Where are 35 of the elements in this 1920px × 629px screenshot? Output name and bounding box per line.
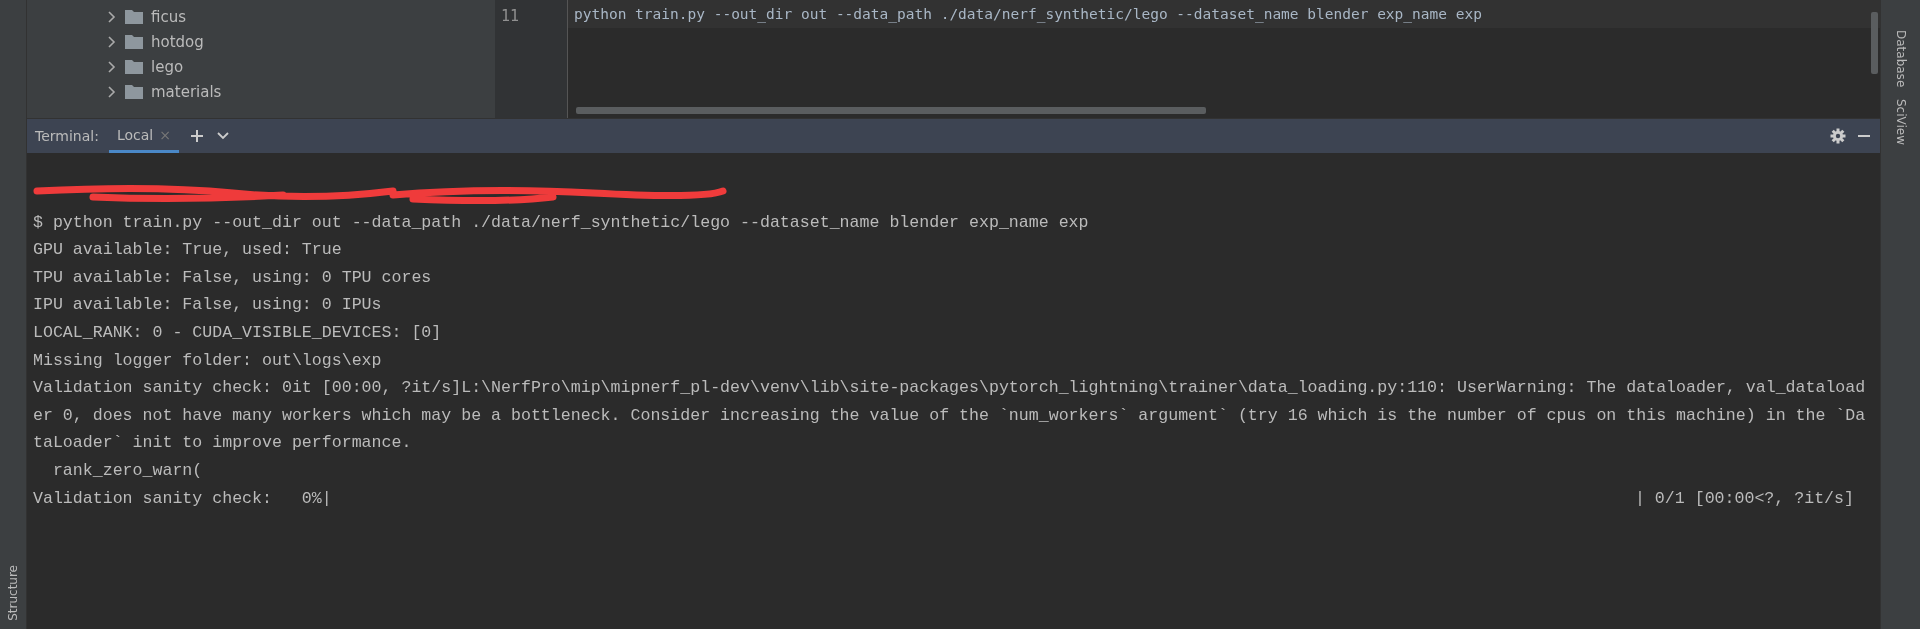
terminal-line: $ python train.py --out_dir out --data_path ./data/nerf_synthetic/lego --dataset_name blender exp_name exp xyxy=(33,211,1090,234)
folder-icon xyxy=(125,59,143,74)
folder-icon xyxy=(125,9,143,24)
plus-icon[interactable] xyxy=(188,128,205,144)
folder-icon xyxy=(125,34,143,49)
terminal-output[interactable] xyxy=(27,153,1880,629)
terminal-label: Terminal: xyxy=(35,128,99,144)
folder-name[interactable]: lego xyxy=(151,57,184,76)
terminal-line: GPU available: True, used: True xyxy=(33,239,343,262)
terminal-line: Validation sanity check: 0it [00:00, ?it/s]L:\NerfPro\mip\mipnerf_pl-dev\venv\lib\site-packages\pytorch_lightning\trainer\data_loading.py:110: UserWarning: The dataloader, val_dataload xyxy=(33,377,1867,400)
line-number: 11 xyxy=(500,6,521,27)
progress-text: Validation sanity check: 0%| xyxy=(33,487,332,510)
folder-name[interactable]: materials xyxy=(151,82,222,101)
side-tab[interactable]: SciView xyxy=(1893,99,1908,146)
terminal-line: TPU available: False, using: 0 TPU cores xyxy=(33,266,433,289)
terminal-line: LOCAL_RANK: 0 - CUDA_VISIBLE_DEVICES: [0] xyxy=(33,321,443,344)
progress-stats: | 0/1 [00:00<?, ?it/s] xyxy=(1634,487,1854,510)
chevron-icon[interactable] xyxy=(107,85,117,98)
chevron-icon[interactable] xyxy=(107,60,117,73)
folder-name[interactable]: ficus xyxy=(151,7,187,26)
settings-icon[interactable] xyxy=(1830,128,1846,144)
horizontal-scrollbar[interactable] xyxy=(576,107,1206,114)
folder-name[interactable]: hotdog xyxy=(151,32,204,51)
chevron-icon[interactable] xyxy=(107,10,117,23)
chevron-icon[interactable] xyxy=(107,35,117,48)
code-editor[interactable]: python train.py --out_dir out --data_path ./data/nerf_synthetic/lego --dataset_name blender exp_name exp xyxy=(568,0,1880,118)
terminal-line: taLoader` init to improve performance. xyxy=(33,432,413,455)
terminal-line: er 0, does not have many workers which may be a bottleneck. Consider increasing the value of the `num_workers` argument` (try 16 which is the number of cpus on this machine) in the `Da xyxy=(33,404,1867,427)
structure-tab[interactable]: Structure xyxy=(6,565,20,621)
side-tab[interactable]: Database xyxy=(1893,30,1908,88)
vertical-scrollbar[interactable] xyxy=(1871,12,1878,74)
terminal-line: rank_zero_warn( xyxy=(51,459,204,482)
terminal-line: Missing logger folder: out\logs\exp xyxy=(33,349,383,372)
terminal-line: IPU available: False, using: 0 IPUs xyxy=(33,294,383,317)
folder-icon xyxy=(125,84,143,99)
